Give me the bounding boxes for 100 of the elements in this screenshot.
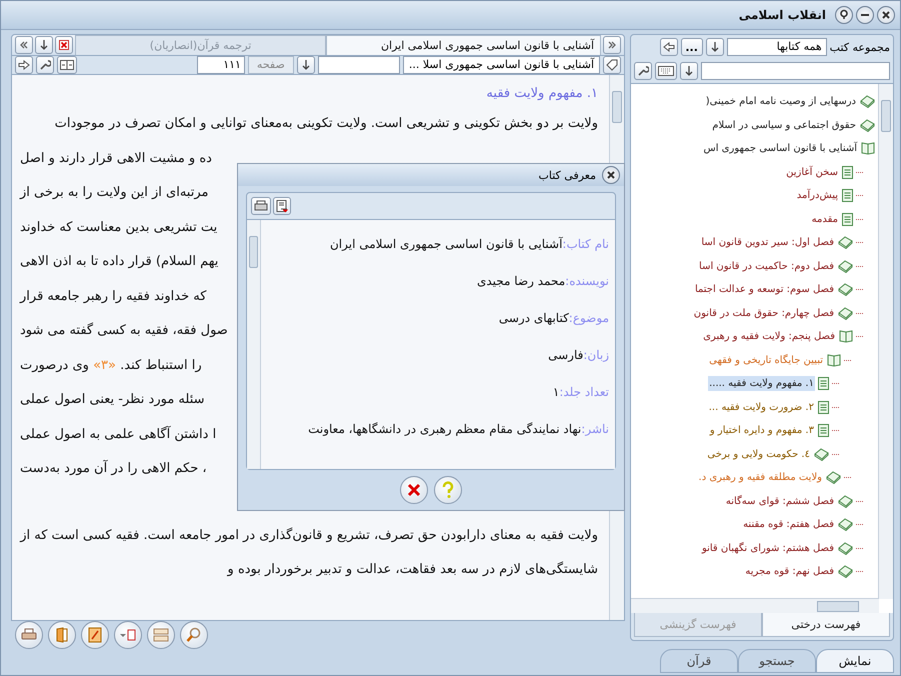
dialog-title: معرفی کتاب [538,168,596,182]
tag-icon [606,59,618,71]
tree-item[interactable]: تبیین جایگاه تاریخی و فقهی [708,352,824,368]
search-field[interactable] [318,56,400,74]
tree-item[interactable]: ۲. ضرورت ولایت فقیه ... [708,400,815,415]
tree-item[interactable]: فصل پنجم: ولایت فقیه و رهبری [702,329,836,344]
main-tab[interactable]: قرآن [660,649,738,673]
field-label: زبان: [583,348,609,362]
text-line: صول فقه، فقیه به کسی گفته می شود [20,323,228,338]
split-view-button[interactable] [114,620,142,648]
scrollbar[interactable] [878,84,893,599]
help-button[interactable] [835,6,853,24]
text-line: را استنباط کند. «۳» وی درصورت [20,358,202,372]
main-tab[interactable]: جستجو [738,649,816,673]
printer-icon [254,200,268,212]
tree-item[interactable]: پیش‌درآمد [796,188,839,204]
columns-icon [60,60,74,70]
down-arrow-icon [300,59,311,71]
export-button[interactable] [273,197,291,215]
search-button[interactable] [180,620,208,648]
wrench-button[interactable] [36,56,54,74]
split-view-icon [119,628,137,642]
tree-item[interactable]: فصل هفتم: قوه مقننه [742,517,835,532]
dropdown-button[interactable] [706,38,724,56]
wrench-icon [39,59,51,71]
wrench-icon [637,65,649,77]
tree-item[interactable]: فصل سوم: توسعه و عدالت اجتما [694,282,835,298]
collection-dropdown[interactable]: همه کتابها [726,38,827,56]
tree-item[interactable]: سخن آغازین [785,164,839,180]
document-icon [276,200,288,212]
text-line: ولایت بر دو بخش تکوینی و تشریعی است. ولایت تکوینی به‌معنای توانایی و امکان تصرف در موجودات [54,116,598,131]
cancel-button[interactable] [400,476,428,504]
window-title: انقلاب اسلامی [738,8,826,22]
book-button[interactable] [48,620,76,648]
close-icon [59,40,69,50]
text-line: مرتبه‌ای از این ولایت را به برخی از [20,185,208,200]
double-chevron-icon [19,40,29,50]
wrench-button[interactable] [634,62,652,80]
edit-button[interactable] [81,620,109,648]
tree-item[interactable]: ۳. مفهوم و دایره اختیار و [708,423,815,438]
field-label: نویسنده: [565,274,609,288]
text-line: ، حکم الاهی را در آن مورد به‌دست [20,461,207,476]
page-label: صفحه [248,56,294,74]
page-icon [842,189,853,202]
tree-item[interactable]: فصل هشتم: شورای نگهبان قانو [700,540,835,556]
tree-item[interactable]: ولایت مطلقه فقیه و رهبری د. [698,470,823,486]
down-arrow-icon [684,65,694,77]
field-label: تعداد جلد: [559,385,609,399]
field-label: نام کتاب: [562,237,609,251]
scroll-left-button[interactable] [15,36,33,54]
text-line: یت تشریعی بدین معناست که خداوند [20,220,218,234]
keyboard-button[interactable] [655,62,677,80]
dropdown-button[interactable] [296,56,315,74]
scroll-right-button[interactable] [603,36,621,54]
close-button[interactable] [877,6,895,24]
down-arrow-icon [39,39,49,51]
back-button[interactable] [660,38,678,56]
tree-item[interactable]: فصل اول: سیر تدوین قانون اسا [700,235,835,250]
tree-item[interactable]: فصل نهم: قوه مجریه [744,564,835,580]
field-label: موضوع: [568,311,609,325]
list-tab[interactable]: فهرست درختی [762,613,890,637]
page-icon [818,400,829,414]
close-icon [407,483,421,497]
tree-item[interactable]: ٤. حکومت ولایی و برخی [706,446,811,462]
tree-item[interactable]: فصل ششم: قوای سه‌گانه [724,494,835,509]
tree-item[interactable]: ۱. مفهوم ولایت فقیه ..... [708,376,815,392]
print-button[interactable] [251,197,271,215]
pencil-icon [88,626,102,642]
tree-item[interactable]: فصل چهارم: حقوق ملت در قانون [692,306,835,321]
tag-button[interactable] [603,56,621,74]
dropdown-button[interactable] [35,36,53,54]
field-value: آشنایی با قانون اساسی جمهوری اسلامی ایران [330,237,562,251]
scrollbar[interactable] [247,220,261,469]
close-button[interactable] [602,166,620,184]
text-line: ا داشتن آگاهی علمی به اصول عملی [20,426,216,442]
tree-item[interactable]: فصل دوم: حاکمیت در قانون اسا [698,258,835,274]
main-tab[interactable]: نمایش [816,649,894,673]
document-tab[interactable]: آشنایی با قانون اساسی جمهوری اسلامی ایران [326,35,601,55]
minimize-button[interactable] [856,6,874,24]
tree-item[interactable]: مقدمه [810,212,839,227]
scrollbar[interactable] [631,598,879,613]
double-chevron-icon [607,40,617,50]
right-arrow-icon [18,60,30,70]
columns-button[interactable] [57,56,77,74]
tree-item[interactable]: درسهایی از وصیت نامه امام خمینی( [704,94,857,110]
print-button[interactable] [15,620,43,648]
text-line: که خداوند فقیه را رهبر جامعه قرار [20,288,206,304]
page-field[interactable]: ۱۱۱ [196,56,245,74]
search-field[interactable] [701,62,890,80]
layout-button[interactable] [147,620,175,648]
book-dropdown[interactable]: آشنایی با قانون اساسی جمهوری اسلا ... [402,56,600,74]
text-line: ده و مشیت الاهی قرار دارند و اصل [20,150,212,166]
keyboard-icon [658,66,674,76]
forward-button[interactable] [15,56,33,74]
dropdown-button[interactable] [680,62,698,80]
search-icon [186,626,202,642]
more-button[interactable]: ... [680,38,703,56]
close-tab-button[interactable] [55,36,73,54]
tree-item[interactable]: حقوق اجتماعی و سیاسی در اسلام [711,118,857,133]
tree-item[interactable]: آشنایی با قانون اساسی جمهوری اس [702,141,858,156]
